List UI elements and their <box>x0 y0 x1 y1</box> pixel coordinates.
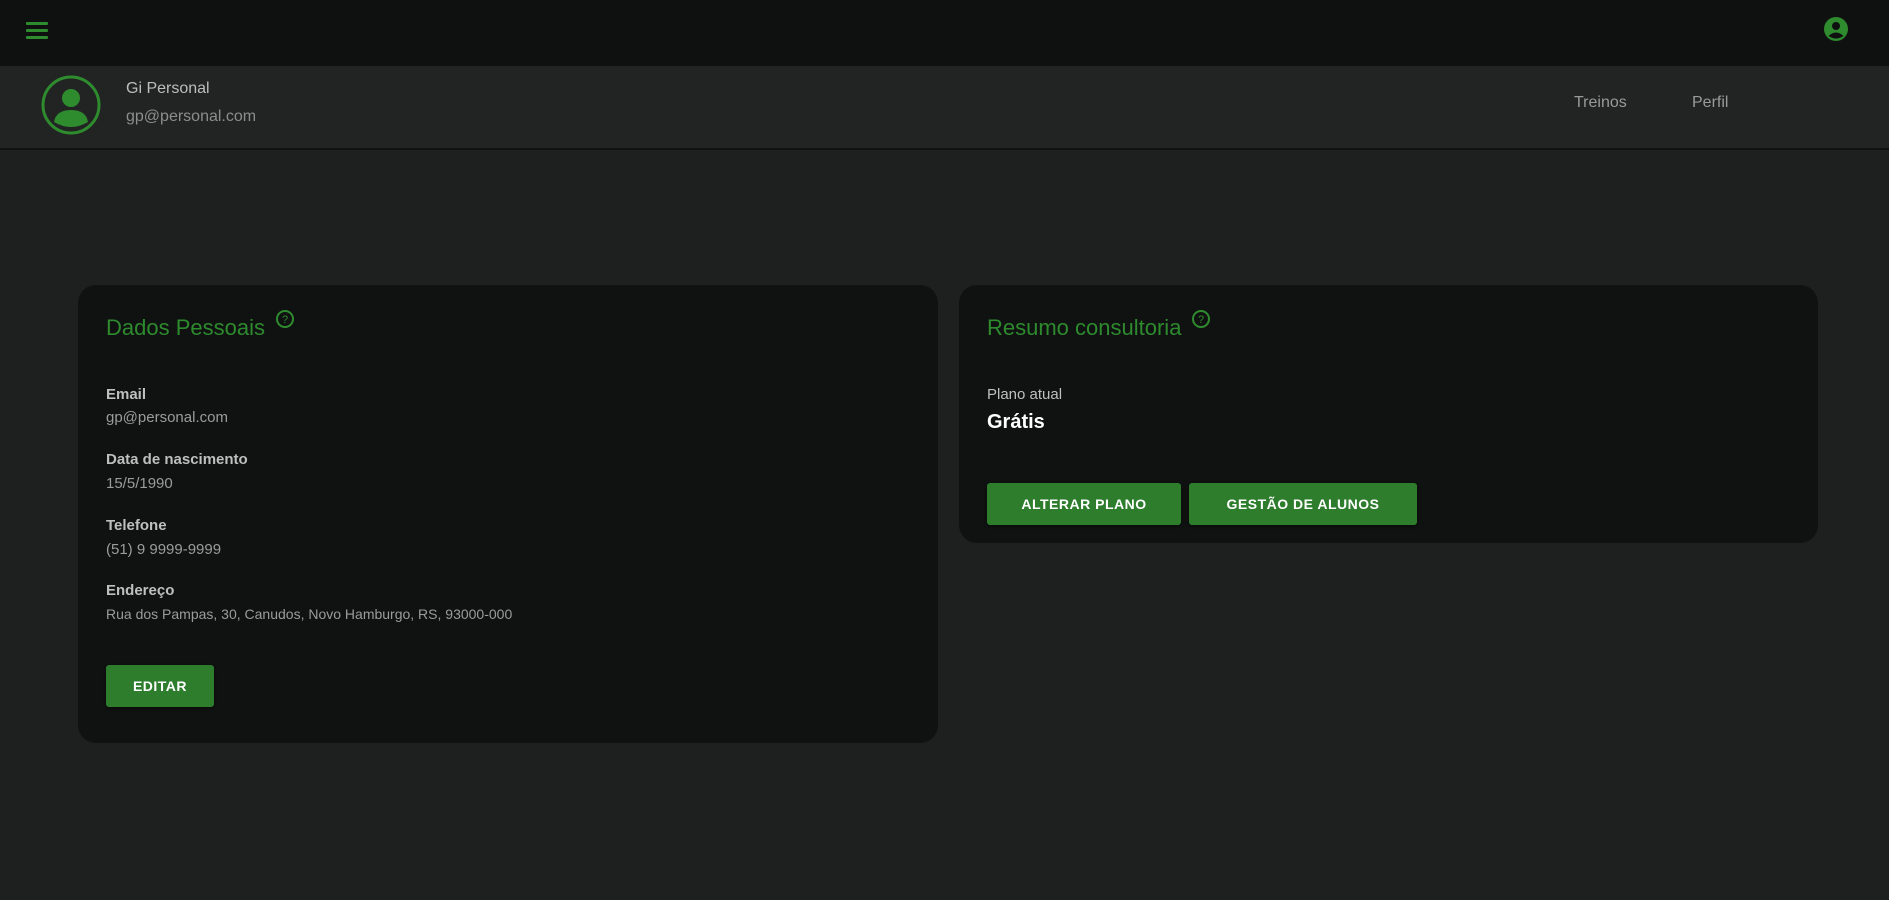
personal-data-title: Dados Pessoais ? <box>106 310 295 341</box>
current-plan-label: Plano atual <box>987 386 1063 403</box>
address-value: Rua dos Pampas, 30, Canudos, Novo Hambur… <box>106 606 513 622</box>
address-label: Endereço <box>106 582 175 599</box>
profile-header: Gi Personal gp@personal.com Treinos Perf… <box>0 66 1889 150</box>
account-circle-icon[interactable] <box>1823 16 1849 42</box>
card-title-text: Dados Pessoais <box>106 315 265 340</box>
consulting-summary-title: Resumo consultoria ? <box>987 310 1211 341</box>
hamburger-menu-icon[interactable] <box>24 20 52 40</box>
user-name: Gi Personal <box>126 80 210 97</box>
phone-value: (51) 9 9999-9999 <box>106 541 222 558</box>
avatar <box>40 74 102 136</box>
nav-treinos[interactable]: Treinos <box>1574 94 1627 112</box>
change-plan-button[interactable]: ALTERAR PLANO <box>987 483 1181 525</box>
consulting-summary-card: Resumo consultoria ? Plano atual Grátis … <box>959 285 1818 543</box>
birthdate-label: Data de nascimento <box>106 451 248 468</box>
nav-perfil[interactable]: Perfil <box>1692 94 1728 112</box>
email-value: gp@personal.com <box>106 409 228 426</box>
card-title-text: Resumo consultoria <box>987 315 1182 340</box>
email-label: Email <box>106 386 147 403</box>
help-icon[interactable]: ? <box>275 309 295 329</box>
svg-text:?: ? <box>282 314 288 326</box>
help-icon[interactable]: ? <box>1191 309 1211 329</box>
svg-text:?: ? <box>1198 314 1204 326</box>
top-app-bar <box>0 0 1889 66</box>
edit-button[interactable]: EDITAR <box>106 665 214 707</box>
phone-label: Telefone <box>106 517 167 534</box>
current-plan-value: Grátis <box>987 411 1045 433</box>
birthdate-value: 15/5/1990 <box>106 475 173 492</box>
user-email: gp@personal.com <box>126 108 257 125</box>
personal-data-card: Dados Pessoais ? Email gp@personal.com D… <box>78 285 938 743</box>
student-management-button[interactable]: GESTÃO DE ALUNOS <box>1189 483 1417 525</box>
